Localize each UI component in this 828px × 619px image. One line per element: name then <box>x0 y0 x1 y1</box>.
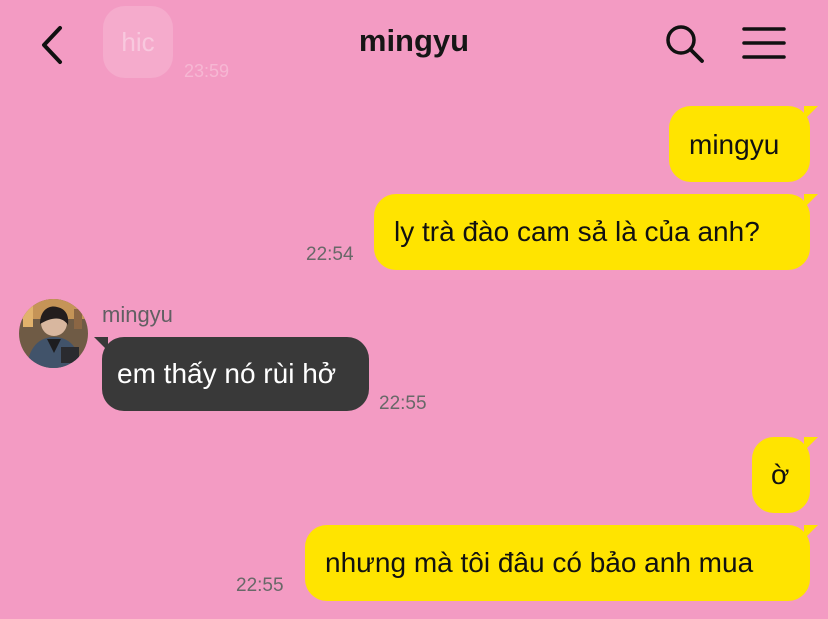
message-bubble-incoming[interactable]: em thấy nó rùi hở <box>94 337 369 411</box>
back-icon <box>42 26 62 64</box>
search-icon <box>666 25 704 63</box>
message-time: 22:55 <box>236 575 284 596</box>
menu-button[interactable] <box>742 24 786 64</box>
bubble-tail <box>804 525 818 539</box>
message-text: ly trà đào cam sả là của anh? <box>394 216 760 247</box>
faded-message-bubble: hic <box>103 6 173 78</box>
faded-message-time: 23:59 <box>184 61 230 81</box>
message-time: 22:54 <box>306 244 354 265</box>
sender-name: mingyu <box>102 302 173 327</box>
message-bubble-outgoing[interactable]: ly trà đào cam sả là của anh? <box>374 194 818 270</box>
message-bubble-outgoing[interactable]: mingyu <box>669 106 818 182</box>
back-button[interactable] <box>38 24 68 66</box>
message-text: em thấy nó rùi hở <box>117 358 337 389</box>
menu-icon <box>742 27 786 59</box>
message-time: 22:55 <box>379 393 427 414</box>
message-text: nhưng mà tôi đâu có bảo anh mua <box>325 547 754 578</box>
avatar[interactable] <box>19 299 88 368</box>
bubble-tail <box>804 106 818 120</box>
message-text: mingyu <box>689 129 780 160</box>
bubble-tail <box>94 337 108 351</box>
message-bubble-outgoing[interactable]: ờ <box>752 437 818 513</box>
message-bubble-outgoing[interactable]: nhưng mà tôi đâu có bảo anh mua <box>305 525 818 601</box>
message-text: ờ <box>771 459 790 490</box>
bubble-tail <box>804 437 818 451</box>
bubble-tail <box>804 194 818 208</box>
avatar-photo <box>19 299 88 368</box>
chat-title: mingyu <box>358 23 470 58</box>
search-button[interactable] <box>664 23 706 65</box>
faded-message-text: hic <box>121 27 155 57</box>
